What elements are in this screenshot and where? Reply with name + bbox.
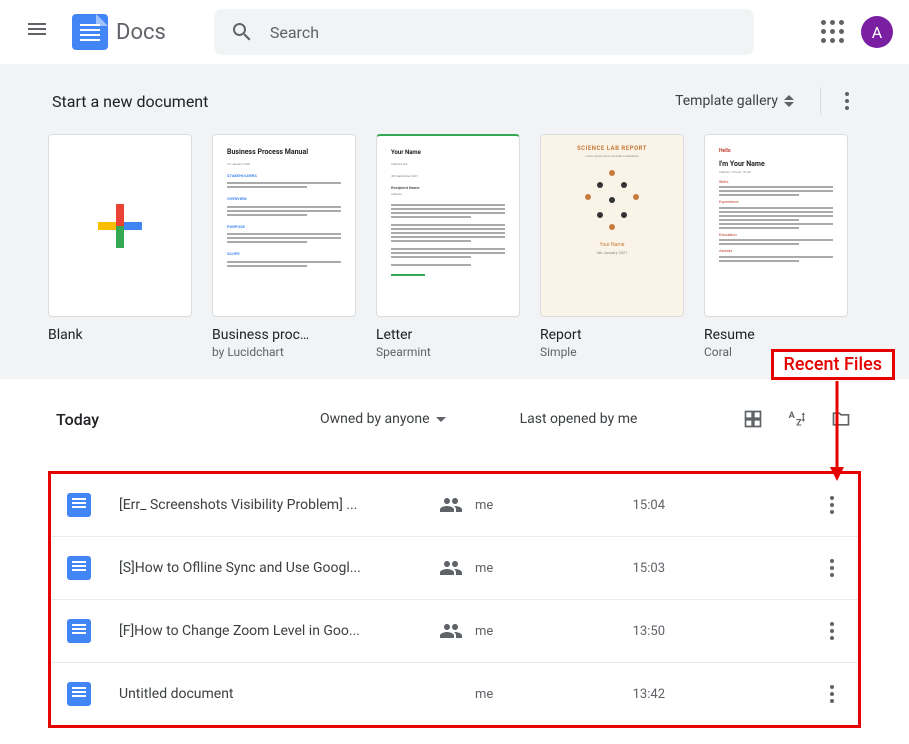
file-time: 15:03 xyxy=(565,561,665,576)
template-report[interactable]: SCIENCE LAB REPORT Lorem ipsum dolor sit… xyxy=(540,134,684,359)
file-row[interactable]: [S]How to Oflline Sync and Use Googl... m… xyxy=(51,537,858,600)
template-thumb: SCIENCE LAB REPORT Lorem ipsum dolor sit… xyxy=(540,134,684,317)
file-more-button[interactable] xyxy=(822,614,842,648)
template-subtitle: Spearmint xyxy=(376,345,520,359)
docs-file-icon xyxy=(67,493,91,517)
docs-file-icon xyxy=(67,682,91,706)
template-blank[interactable]: Blank xyxy=(48,134,192,359)
template-more-button[interactable] xyxy=(837,84,857,118)
sort-az-icon: AZ xyxy=(786,409,808,429)
template-subtitle: Simple xyxy=(540,345,684,359)
template-section: Start a new document Template gallery Bl… xyxy=(0,64,909,379)
file-name: [Err_ Screenshots Visibility Problem] ..… xyxy=(119,497,439,513)
divider xyxy=(820,87,821,115)
account-avatar[interactable]: A xyxy=(861,16,893,48)
sort-button[interactable]: AZ xyxy=(785,407,809,431)
template-thumb: Hello I'm Your Name Address • Phone • Em… xyxy=(704,134,848,317)
template-letter[interactable]: Your Name Address line 4th September 202… xyxy=(376,134,520,359)
logo-area[interactable]: Docs xyxy=(72,14,166,50)
template-thumb-blank xyxy=(48,134,192,317)
svg-text:A: A xyxy=(789,411,796,421)
file-name: [S]How to Oflline Sync and Use Googl... xyxy=(119,560,439,576)
file-time: 13:42 xyxy=(565,687,665,702)
annotation-label: Recent Files xyxy=(771,349,896,380)
template-business-process[interactable]: Business Process Manual 1st January 2020… xyxy=(212,134,356,359)
grid-view-button[interactable] xyxy=(741,407,765,431)
shared-icon xyxy=(439,556,463,580)
file-more-button[interactable] xyxy=(822,488,842,522)
hamburger-icon xyxy=(28,20,52,44)
owner-filter-label: Owned by anyone xyxy=(320,411,430,427)
template-name: Resume xyxy=(704,327,848,343)
template-thumb: Business Process Manual 1st January 2020… xyxy=(212,134,356,317)
shared-icon xyxy=(439,619,463,643)
file-name: Untitled document xyxy=(119,686,439,702)
file-row[interactable]: Untitled document me13:42 xyxy=(51,663,858,725)
docs-file-icon xyxy=(67,619,91,643)
owner-filter-dropdown[interactable]: Owned by anyone xyxy=(320,411,446,427)
recent-group-label: Today xyxy=(56,410,296,429)
template-controls: Template gallery xyxy=(665,84,857,118)
search-box[interactable] xyxy=(214,9,754,55)
search-input[interactable] xyxy=(270,23,738,42)
plus-icon xyxy=(98,204,142,248)
file-more-button[interactable] xyxy=(822,677,842,711)
file-owner: me xyxy=(475,561,565,576)
file-row[interactable]: [F]How to Change Zoom Level in Goo... me1… xyxy=(51,600,858,663)
file-owner: me xyxy=(475,687,565,702)
file-owner: me xyxy=(475,498,565,513)
file-name: [F]How to Change Zoom Level in Goo... xyxy=(119,623,439,639)
file-owner: me xyxy=(475,624,565,639)
template-name: Report xyxy=(540,327,684,343)
app-name: Docs xyxy=(116,20,166,45)
unfold-icon xyxy=(784,95,794,107)
template-header: Start a new document Template gallery xyxy=(48,84,861,118)
template-name: Blank xyxy=(48,327,192,343)
svg-text:Z: Z xyxy=(796,419,802,429)
file-more-button[interactable] xyxy=(822,551,842,585)
template-resume[interactable]: Hello I'm Your Name Address • Phone • Em… xyxy=(704,134,848,359)
template-gallery-button[interactable]: Template gallery xyxy=(665,87,804,115)
recent-header: Today Owned by anyone Last opened by me … xyxy=(48,395,861,443)
template-gallery-label: Template gallery xyxy=(675,93,778,109)
main-menu-button[interactable] xyxy=(16,8,64,56)
template-subtitle: by Lucidchart xyxy=(212,345,356,359)
template-section-title: Start a new document xyxy=(52,92,208,111)
docs-logo-icon xyxy=(72,14,108,50)
file-time: 15:04 xyxy=(565,498,665,513)
search-icon xyxy=(230,20,254,44)
file-row[interactable]: [Err_ Screenshots Visibility Problem] ..… xyxy=(51,474,858,537)
file-list: [Err_ Screenshots Visibility Problem] ..… xyxy=(48,471,861,728)
sort-label[interactable]: Last opened by me xyxy=(520,411,638,427)
recent-section: Today Owned by anyone Last opened by me … xyxy=(0,379,909,744)
google-apps-icon[interactable] xyxy=(821,20,845,44)
file-time: 13:50 xyxy=(565,624,665,639)
template-list: Blank Business Process Manual 1st Januar… xyxy=(48,134,861,359)
annotation-arrow-icon xyxy=(827,381,847,481)
shared-icon xyxy=(439,493,463,517)
app-header: Docs A xyxy=(0,0,909,64)
docs-file-icon xyxy=(67,556,91,580)
header-right: A xyxy=(821,16,893,48)
template-name: Business proc… xyxy=(212,327,356,343)
template-name: Letter xyxy=(376,327,520,343)
template-thumb: Your Name Address line 4th September 202… xyxy=(376,134,520,317)
grid-icon xyxy=(743,409,763,429)
